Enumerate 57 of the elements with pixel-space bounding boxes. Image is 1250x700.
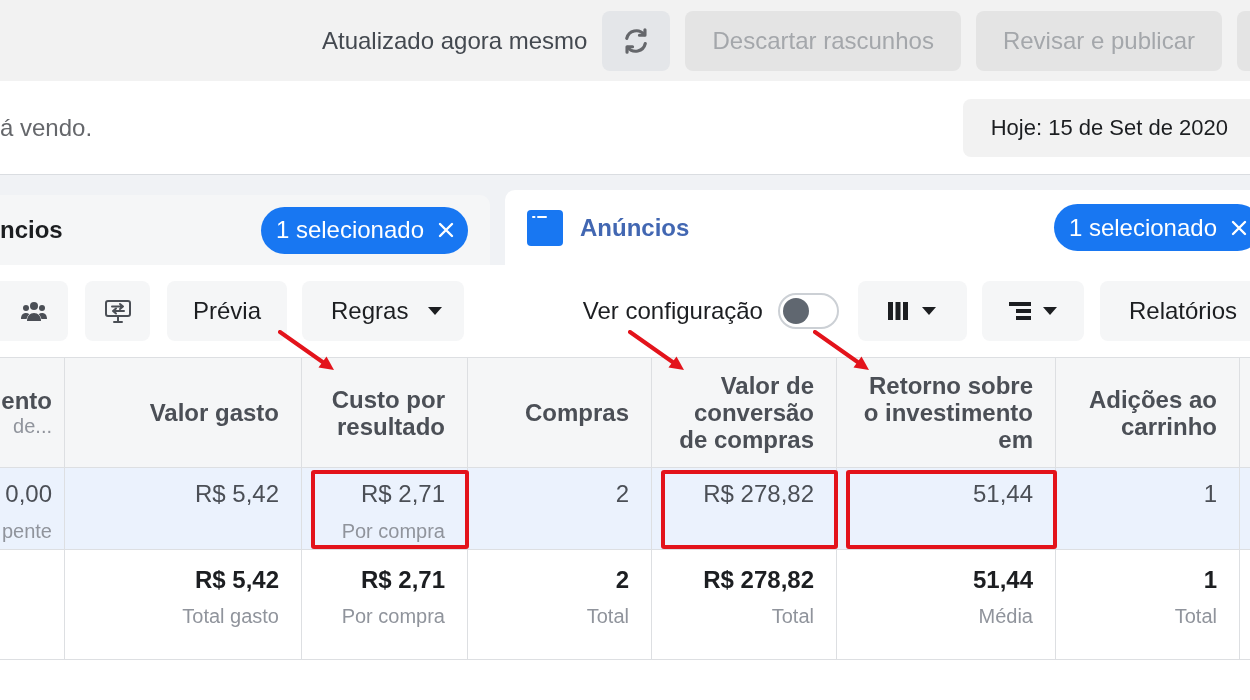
cell-value: R$ 278,82 bbox=[703, 481, 814, 507]
cell-value: R$ 2,71 bbox=[360, 567, 445, 593]
cell-value: R$ 5,42 bbox=[194, 481, 279, 507]
caret-icon bbox=[922, 307, 937, 315]
cell-value: R$ 278,82 bbox=[703, 567, 814, 593]
column-header: Valor de conversão de compras bbox=[678, 372, 814, 453]
selection-chip[interactable]: 1 selecionado bbox=[260, 206, 468, 254]
toolbar-button[interactable] bbox=[85, 281, 150, 341]
column-header: Compras bbox=[524, 399, 629, 426]
cell-note: Total bbox=[586, 605, 629, 627]
cell-note: Total gasto bbox=[182, 605, 279, 627]
cell-value: R$ 2,71 bbox=[360, 481, 445, 507]
toolbar-button[interactable] bbox=[981, 281, 1084, 341]
status-text: Atualizado agora mesmo bbox=[322, 25, 588, 56]
cell-note: Por compra bbox=[341, 520, 445, 542]
cell-note: Total bbox=[771, 605, 814, 627]
table-row[interactable]: 0,00 pente R$ 5,42 R$ 2,71 Por compra 2 R$ 278,82 51,44 1 bbox=[0, 468, 1250, 550]
cell-value: 1 bbox=[1203, 481, 1217, 507]
rules-button[interactable]: Regras bbox=[302, 281, 465, 341]
tab[interactable]: ncios bbox=[0, 200, 63, 260]
toggle-switch[interactable] bbox=[777, 293, 839, 329]
toolbar-button[interactable] bbox=[0, 281, 68, 341]
columns-icon bbox=[888, 302, 909, 320]
cell-value: 0,00 bbox=[5, 481, 52, 507]
date-button[interactable]: Hoje: 15 de Set de 2020 bbox=[962, 98, 1250, 157]
preview-button[interactable]: Prévia bbox=[167, 281, 288, 341]
cell-note: pente bbox=[1, 520, 52, 542]
cell-note: Por compra bbox=[341, 605, 445, 627]
monitor-arrows-icon bbox=[104, 299, 131, 323]
caret-icon bbox=[1042, 307, 1057, 315]
column-header: Retorno sobre o investimento em bbox=[862, 372, 1033, 453]
selection-chip[interactable]: 1 selecionado bbox=[1053, 204, 1250, 251]
stacked-lines-icon bbox=[1008, 302, 1031, 320]
column-subheader: de... bbox=[13, 414, 52, 438]
cell-value: 1 bbox=[1203, 567, 1217, 593]
reports-button[interactable]: Relatórios bbox=[1099, 281, 1250, 341]
cell-note: Média bbox=[978, 605, 1033, 627]
refresh-button[interactable] bbox=[602, 10, 671, 71]
column-header: Adições ao carrinho bbox=[1087, 385, 1217, 440]
notice-text: á vendo. bbox=[0, 112, 93, 143]
column-header: Valor gasto bbox=[149, 399, 279, 426]
tab[interactable]: Anúncios bbox=[527, 197, 690, 258]
cell-value: R$ 5,42 bbox=[194, 567, 279, 593]
cell-value: 51,44 bbox=[972, 567, 1033, 593]
cell-value: 51,44 bbox=[972, 481, 1033, 507]
cell-value: 2 bbox=[615, 481, 629, 507]
column-header: ento bbox=[1, 387, 52, 414]
close-icon bbox=[438, 222, 454, 238]
close-icon bbox=[1231, 219, 1247, 236]
people-icon bbox=[21, 301, 47, 321]
caret-icon bbox=[428, 307, 443, 315]
cell-note: Total bbox=[1174, 605, 1217, 627]
toolbar-button[interactable] bbox=[857, 281, 967, 341]
cell-value: 2 bbox=[615, 567, 629, 593]
column-header: Custo por resultado bbox=[330, 385, 445, 440]
setting-label: Ver configuração bbox=[582, 296, 763, 326]
refresh-icon bbox=[623, 27, 650, 54]
